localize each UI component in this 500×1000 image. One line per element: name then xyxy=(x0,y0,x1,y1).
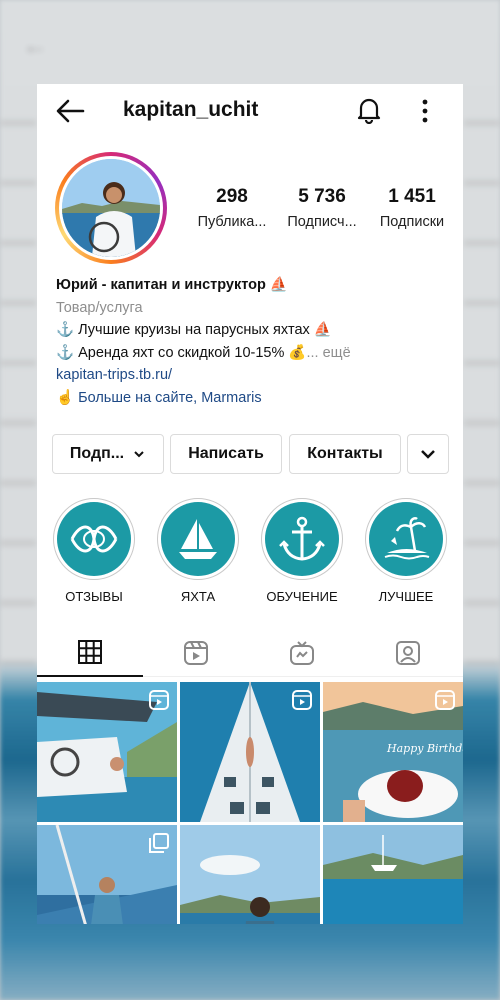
bell-icon[interactable] xyxy=(355,96,383,124)
profile-category: Товар/услуга xyxy=(56,299,143,316)
sailboat-icon xyxy=(179,519,217,559)
stat-following[interactable]: 1 451 Подписки xyxy=(367,186,457,230)
island-icon xyxy=(384,517,430,560)
carousel-icon xyxy=(149,833,169,853)
reels-icon xyxy=(184,641,208,665)
bio-link[interactable]: kapitan-trips.tb.ru/ xyxy=(56,364,456,387)
profile-username: kapitan_uchit xyxy=(123,98,259,121)
follow-button-label: Подп... xyxy=(69,445,125,462)
tab-igtv[interactable] xyxy=(249,629,355,677)
suggested-accounts-button[interactable] xyxy=(407,434,449,474)
highlight-training[interactable]: ОБУЧЕНИЕ xyxy=(257,498,347,604)
message-button[interactable]: Написать xyxy=(170,434,282,474)
top-bar: kapitan_uchit xyxy=(37,84,463,138)
posts-grid: Happy Birthday xyxy=(37,682,463,924)
profile-bio: Юрий - капитан и инструктор ⛵ Товар/услу… xyxy=(56,274,456,409)
post-thumbnail[interactable] xyxy=(323,825,463,924)
tab-grid[interactable] xyxy=(37,629,143,677)
tab-reels[interactable] xyxy=(143,629,249,677)
reels-icon xyxy=(435,690,455,710)
stat-followers-label: Подписч... xyxy=(287,214,357,230)
post-thumbnail[interactable] xyxy=(37,682,177,822)
anchor-icon xyxy=(279,516,325,561)
highlight-label: ОБУЧЕНИЕ xyxy=(266,589,338,604)
back-arrow-icon[interactable] xyxy=(55,98,85,124)
profile-screen: kapitan_uchit 298 Публика... 5 736 Подпи… xyxy=(37,84,463,924)
highlight-best[interactable]: ЛУЧШЕЕ xyxy=(361,498,451,604)
chevron-down-icon xyxy=(134,451,144,458)
story-highlights: ОТЗЫВЫ ЯХТА ОБУЧЕНИЕ ЛУЧШЕЕ xyxy=(49,498,459,608)
contacts-button[interactable]: Контакты xyxy=(289,434,401,474)
stat-followers-count: 5 736 xyxy=(298,186,346,207)
reels-icon xyxy=(292,690,312,710)
highlight-label: ОТЗЫВЫ xyxy=(65,589,123,604)
story-ring[interactable] xyxy=(55,152,167,264)
stat-following-count: 1 451 xyxy=(388,186,436,207)
stat-posts[interactable]: 298 Публика... xyxy=(187,186,277,230)
highlight-yacht[interactable]: ЯХТА xyxy=(153,498,243,604)
reels-icon xyxy=(149,690,169,710)
bio-line-2: ⚓ Аренда яхт со скидкой 10-15% 💰... ещё xyxy=(56,342,456,365)
profile-header: 298 Публика... 5 736 Подписч... 1 451 По… xyxy=(37,138,463,264)
profile-tabs xyxy=(37,629,463,677)
highlight-label: ЯХТА xyxy=(180,589,216,604)
avatar xyxy=(62,159,160,257)
profile-actions: Подп... Написать Контакты xyxy=(52,434,452,474)
bio-line-1: ⚓ Лучшие круизы на парусных яхтах ⛵ xyxy=(56,322,332,338)
more-options-icon[interactable] xyxy=(421,98,429,124)
post-thumbnail[interactable] xyxy=(37,825,177,924)
follow-button[interactable]: Подп... xyxy=(52,434,164,474)
highlight-label: ЛУЧШЕЕ xyxy=(378,589,434,604)
igtv-icon xyxy=(290,641,314,665)
post-thumbnail[interactable]: Happy Birthday xyxy=(323,682,463,822)
stat-followers[interactable]: 5 736 Подписч... xyxy=(277,186,367,230)
bio-line-2-text: ⚓ Аренда яхт со скидкой 10-15% 💰 xyxy=(56,344,307,361)
post-thumbnail[interactable] xyxy=(180,825,320,924)
knot-icon xyxy=(70,525,118,553)
stat-posts-count: 298 xyxy=(216,186,248,207)
profile-stats: 298 Публика... 5 736 Подписч... 1 451 По… xyxy=(187,186,457,230)
chevron-down-icon xyxy=(421,450,435,459)
post-thumbnail[interactable] xyxy=(180,682,320,822)
tagged-icon xyxy=(396,641,420,665)
stat-following-label: Подписки xyxy=(379,214,445,230)
highlight-reviews[interactable]: ОТЗЫВЫ xyxy=(49,498,139,604)
bio-more-link[interactable]: ... ещё xyxy=(306,345,350,361)
tab-tagged[interactable] xyxy=(355,629,461,677)
bio-website[interactable]: ☝ Больше на сайте, Marmaris xyxy=(56,387,456,410)
profile-name: Юрий - капитан и инструктор ⛵ xyxy=(56,277,288,293)
grid-icon xyxy=(78,640,102,664)
cake-topper-text: Happy Birthday xyxy=(386,742,463,755)
stat-posts-label: Публика... xyxy=(197,214,267,230)
